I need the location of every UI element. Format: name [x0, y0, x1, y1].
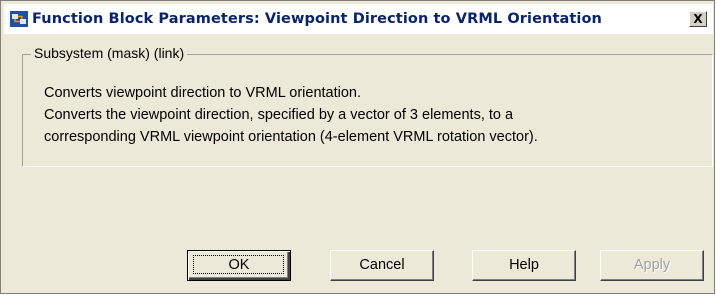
title-bar[interactable]: Function Block Parameters: Viewpoint Dir…	[4, 4, 713, 34]
cancel-label: Cancel	[359, 257, 405, 273]
focus-rect	[193, 255, 284, 274]
ok-button[interactable]: OK	[187, 250, 291, 281]
cancel-button[interactable]: Cancel	[330, 250, 434, 281]
window-title: Function Block Parameters: Viewpoint Dir…	[32, 11, 602, 27]
help-label: Help	[509, 257, 539, 273]
close-button[interactable]: X	[689, 11, 707, 27]
simulink-block-icon	[10, 11, 28, 27]
help-button[interactable]: Help	[472, 250, 576, 281]
description-line-2: Converts the viewpoint direction, specif…	[44, 107, 514, 123]
group-legend: Subsystem (mask) (link)	[31, 45, 188, 61]
dialog-window: Function Block Parameters: Viewpoint Dir…	[0, 0, 715, 294]
description-line-3: corresponding VRML viewpoint orientation…	[44, 129, 538, 145]
apply-label: Apply	[633, 257, 671, 273]
apply-button[interactable]: Apply	[600, 250, 704, 281]
close-icon: X	[693, 12, 703, 26]
description-line-1: Converts viewpoint direction to VRML ori…	[44, 85, 362, 101]
